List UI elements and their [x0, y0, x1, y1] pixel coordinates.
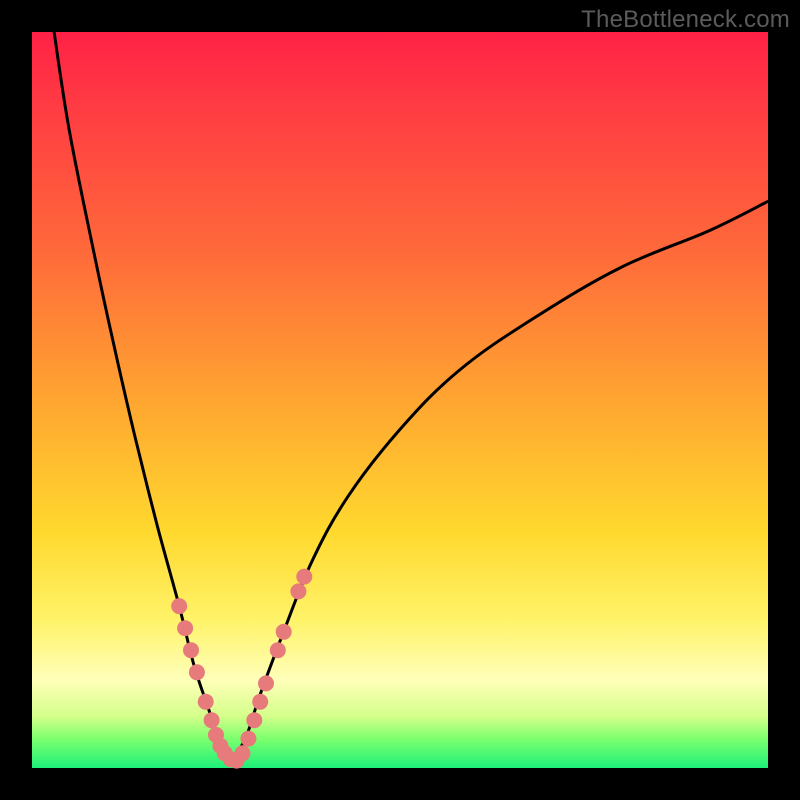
marker-dot: [171, 598, 187, 614]
marker-dot: [177, 620, 193, 636]
curve-right-branch: [231, 201, 768, 760]
marker-dot: [246, 712, 262, 728]
marker-dot: [290, 583, 306, 599]
curve-left-branch: [54, 32, 231, 761]
marker-dot: [204, 712, 220, 728]
curve-paths: [54, 32, 768, 761]
marker-dot: [240, 731, 256, 747]
plot-area: [32, 32, 768, 768]
watermark-text: TheBottleneck.com: [581, 6, 790, 34]
marker-dot: [183, 642, 199, 658]
marker-dot: [276, 624, 292, 640]
marker-dot: [270, 642, 286, 658]
marker-dot: [198, 694, 214, 710]
marker-dot: [189, 664, 205, 680]
marker-dot: [258, 675, 274, 691]
marker-dot: [296, 569, 312, 585]
marker-dots: [171, 569, 312, 769]
curve-layer: [32, 32, 768, 768]
marker-dot: [235, 745, 251, 761]
marker-dot: [252, 694, 268, 710]
chart-frame: TheBottleneck.com: [0, 0, 800, 800]
